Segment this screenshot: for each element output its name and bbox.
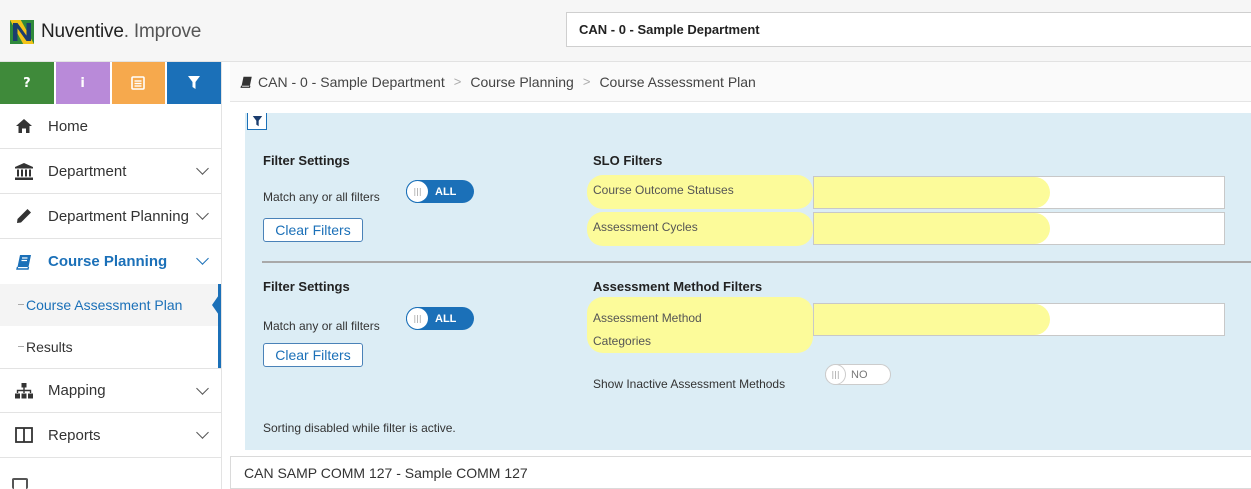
assessment-cycles-label: Assessment Cycles bbox=[587, 212, 813, 246]
sidebar-item-mapping[interactable]: Mapping bbox=[0, 368, 221, 413]
toggle-label: ALL bbox=[435, 185, 457, 198]
chevron-down-icon bbox=[196, 162, 209, 175]
home-icon bbox=[14, 118, 34, 134]
chevron-down-icon bbox=[196, 426, 209, 439]
sidebar-item-label: Home bbox=[48, 117, 89, 135]
sidebar-subitem-label: Results bbox=[26, 339, 73, 355]
chevron-down-icon bbox=[196, 207, 209, 220]
active-pointer bbox=[212, 292, 221, 318]
help-label: ? bbox=[23, 75, 31, 91]
document-button[interactable] bbox=[111, 62, 166, 104]
sidebar-item-department[interactable]: Department bbox=[0, 149, 221, 194]
breadcrumb: CAN - 0 - Sample Department > Course Pla… bbox=[230, 62, 1251, 102]
sidebar-item-label: Department Planning bbox=[48, 207, 189, 225]
assessment-cycles-input[interactable] bbox=[813, 212, 1225, 245]
filter-settings-title: Filter Settings bbox=[263, 279, 350, 294]
filter-divider bbox=[262, 261, 1251, 263]
pencil-icon bbox=[14, 208, 34, 224]
course-outcome-statuses-label: Course Outcome Statuses bbox=[587, 175, 813, 209]
match-all-toggle[interactable]: ||| ALL bbox=[406, 307, 474, 330]
breadcrumb-separator: > bbox=[582, 74, 591, 89]
sidebar-toolbar: ? i bbox=[0, 62, 221, 104]
info-label: i bbox=[80, 75, 85, 91]
bank-icon bbox=[14, 162, 34, 180]
chevron-down-icon bbox=[196, 382, 209, 395]
label-line: Categories bbox=[593, 334, 652, 348]
assessment-method-categories-label: Assessment Method Categories bbox=[587, 297, 813, 353]
sidebar-item-label: Course Planning bbox=[48, 253, 168, 270]
sidebar-item-home[interactable]: Home bbox=[0, 104, 221, 149]
document-icon bbox=[131, 76, 146, 90]
folder-icon bbox=[12, 478, 28, 489]
breadcrumb-item-course-planning[interactable]: Course Planning bbox=[470, 74, 574, 90]
show-inactive-toggle[interactable]: ||| NO bbox=[825, 364, 891, 385]
clear-filters-button[interactable]: Clear Filters bbox=[263, 218, 363, 242]
product-name: Improve bbox=[133, 21, 202, 42]
logo-text: Nuventive. Improve bbox=[41, 21, 202, 42]
toggle-label: ALL bbox=[435, 312, 457, 325]
book-icon bbox=[240, 76, 253, 88]
sidebar-item-label: Reports bbox=[48, 426, 101, 444]
label-line: Assessment Method bbox=[593, 311, 702, 325]
breadcrumb-separator: > bbox=[453, 74, 462, 89]
nuventive-logo-icon bbox=[10, 20, 34, 44]
match-all-toggle[interactable]: ||| ALL bbox=[406, 180, 474, 203]
sidebar-item-department-planning[interactable]: Department Planning bbox=[0, 194, 221, 239]
sidebar-item-label: Mapping bbox=[48, 382, 106, 399]
filter-button[interactable] bbox=[167, 62, 221, 104]
brand-name: Nuventive bbox=[41, 21, 124, 42]
breadcrumb-item-current: Course Assessment Plan bbox=[599, 73, 756, 90]
info-button[interactable]: i bbox=[55, 62, 110, 104]
nuventive-logo[interactable]: Nuventive. Improve bbox=[10, 14, 201, 50]
help-button[interactable]: ? bbox=[0, 62, 54, 104]
clear-filters-button[interactable]: Clear Filters bbox=[263, 343, 363, 367]
department-selector[interactable]: CAN - 0 - Sample Department bbox=[566, 12, 1251, 47]
toggle-knob: ||| bbox=[406, 307, 429, 330]
course-row[interactable]: CAN SAMP COMM 127 - Sample COMM 127 bbox=[230, 456, 1251, 489]
filter-settings-title: Filter Settings bbox=[263, 153, 350, 168]
assessment-method-categories-input[interactable] bbox=[813, 303, 1225, 336]
filter-toggle-tab[interactable] bbox=[247, 113, 267, 130]
columns-icon bbox=[14, 427, 34, 443]
match-label: Match any or all filters bbox=[263, 319, 380, 333]
sidebar-subitem-course-assessment-plan[interactable]: Course Assessment Plan bbox=[0, 284, 221, 326]
slo-filters-title: SLO Filters bbox=[593, 153, 663, 168]
sidebar-item-course-planning[interactable]: Course Planning bbox=[0, 239, 221, 284]
match-label: Match any or all filters bbox=[263, 190, 380, 204]
assessment-method-filters-title: Assessment Method Filters bbox=[593, 279, 763, 294]
sidebar: ? i Home Department Department Planning … bbox=[0, 62, 222, 489]
show-inactive-label: Show Inactive Assessment Methods bbox=[593, 377, 786, 391]
chevron-down-icon bbox=[196, 252, 209, 265]
course-outcome-statuses-input[interactable] bbox=[813, 176, 1225, 209]
breadcrumb-item-department[interactable]: CAN - 0 - Sample Department bbox=[258, 74, 445, 90]
sorting-disabled-note: Sorting disabled while filter is active. bbox=[263, 421, 456, 435]
sidebar-subitem-results[interactable]: Results bbox=[0, 326, 221, 368]
funnel-icon bbox=[188, 76, 201, 89]
sidebar-subitem-label: Course Assessment Plan bbox=[26, 297, 183, 313]
top-bar: Nuventive. Improve CAN - 0 - Sample Depa… bbox=[0, 0, 1251, 62]
sidebar-item-reports[interactable]: Reports bbox=[0, 413, 221, 458]
toggle-label: NO bbox=[851, 368, 868, 381]
toggle-knob: ||| bbox=[825, 364, 846, 385]
sitemap-icon bbox=[14, 382, 34, 399]
funnel-icon bbox=[252, 115, 262, 126]
sidebar-item-label: Department bbox=[48, 162, 127, 180]
book-icon bbox=[14, 254, 34, 270]
toggle-knob: ||| bbox=[406, 180, 429, 203]
